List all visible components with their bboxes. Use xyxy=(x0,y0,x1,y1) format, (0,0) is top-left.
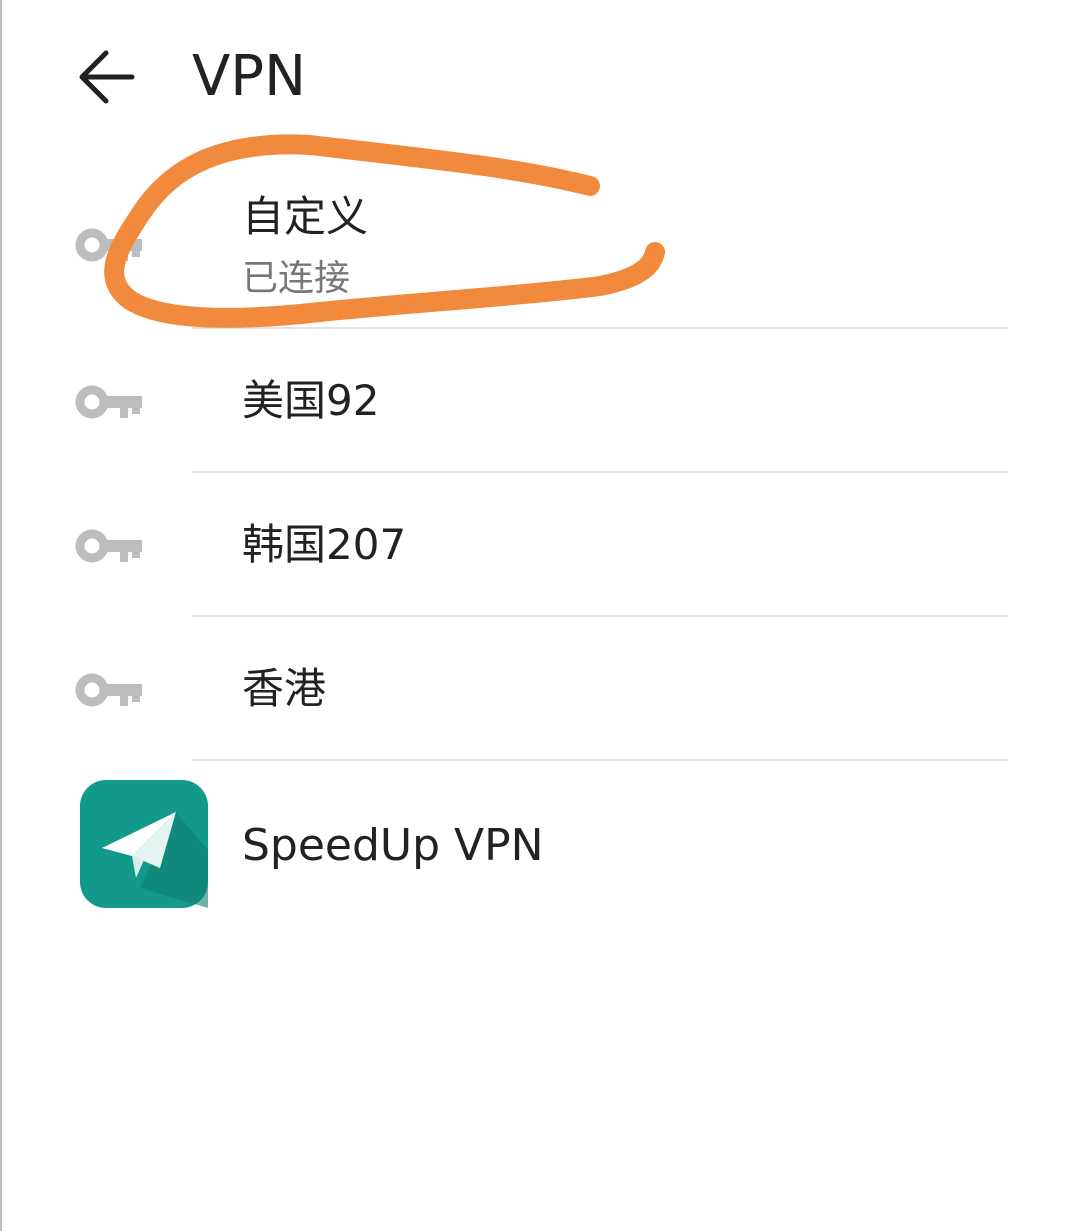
key-icon xyxy=(75,228,142,262)
speedup-vpn-app-icon xyxy=(80,780,208,908)
key-icon xyxy=(75,529,142,563)
key-icon xyxy=(75,385,142,419)
vpn-item-us92[interactable]: 美国92 xyxy=(0,330,1080,472)
vpn-item-title: 韩国207 xyxy=(242,520,407,569)
divider xyxy=(192,759,1008,761)
divider xyxy=(192,327,1008,329)
app-name: SpeedUp VPN xyxy=(242,820,544,871)
back-button[interactable] xyxy=(70,40,144,114)
vpn-item-title: 香港 xyxy=(242,664,327,713)
vpn-item-status: 已连接 xyxy=(242,258,351,299)
vpn-item-title: 美国92 xyxy=(242,376,380,425)
divider xyxy=(192,471,1008,473)
vpn-app-speedup[interactable]: SpeedUp VPN xyxy=(0,762,1080,928)
key-icon xyxy=(75,673,142,707)
vpn-item-title: 自定义 xyxy=(242,192,369,241)
app-bar: VPN xyxy=(0,0,1080,150)
vpn-item-kr207[interactable]: 韩国207 xyxy=(0,474,1080,616)
page-title: VPN xyxy=(192,44,306,109)
vpn-item-custom[interactable]: 自定义 已连接 xyxy=(0,180,1080,330)
arrow-left-icon xyxy=(79,50,135,104)
vpn-item-hongkong[interactable]: 香港 xyxy=(0,618,1080,760)
divider xyxy=(192,615,1008,617)
